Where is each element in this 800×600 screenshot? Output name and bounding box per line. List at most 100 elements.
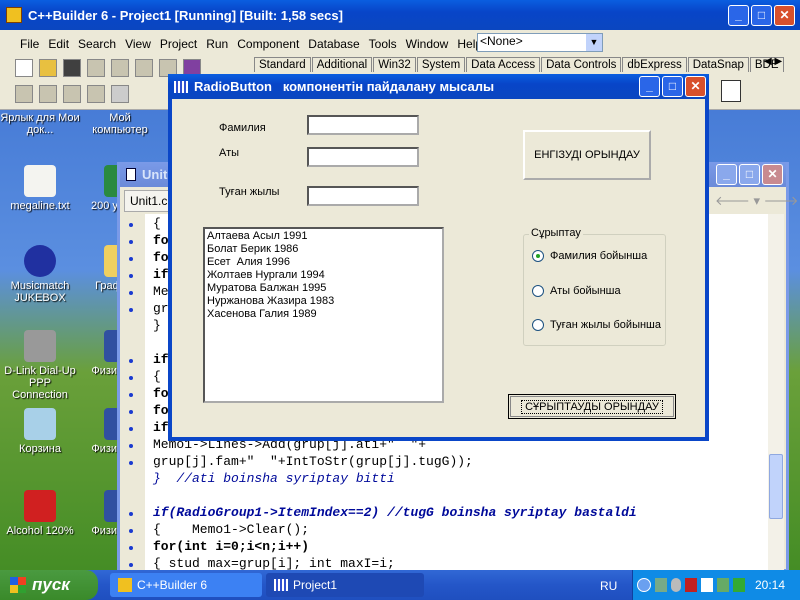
icon-label: Мой компьютер [92,112,148,136]
ide-title: C++Builder 6 - Project1 [Running] [Built… [28,7,343,23]
icon-label: Корзина [19,443,61,455]
dialog-maximize-button[interactable]: □ [662,76,683,97]
open-folder-icon[interactable] [39,59,57,77]
vertical-scrollbar[interactable] [768,214,784,570]
desktop-icon-my-documents[interactable]: Ярлык для Мои док... [0,112,80,136]
tray-expand-icon[interactable] [637,578,651,592]
breakpoint-dot-icon[interactable] [129,240,133,244]
menu-edit[interactable]: Edit [48,37,69,51]
breakpoint-dot-icon[interactable] [129,410,133,414]
editor-minimize-button[interactable]: _ [716,164,737,185]
tray-app-icon[interactable] [701,578,713,592]
menu-tools[interactable]: Tools [369,37,397,51]
dialog-close-button[interactable]: ✕ [685,76,706,97]
breakpoint-dot-icon[interactable] [129,529,133,533]
editor-close-button[interactable]: ✕ [762,164,783,185]
alcohol-icon [24,490,56,522]
editor-maximize-button[interactable]: □ [739,164,760,185]
start-label: пуск [32,575,70,594]
palette-scroll-arrows[interactable]: ◀ ▶ [764,56,782,67]
minimize-button[interactable]: _ [728,5,749,26]
updown-arrows-icon[interactable] [733,578,745,592]
breakpoint-dot-icon[interactable] [129,308,133,312]
bluetooth-icon[interactable] [671,578,681,592]
memo-line: Есет Алия 1996 [207,256,290,268]
breakpoint-dot-icon[interactable] [129,274,133,278]
desktop-icon-recycle-bin[interactable]: Корзина [0,408,80,455]
run-icon[interactable] [111,85,129,103]
breakpoint-dot-icon[interactable] [129,461,133,465]
name-input[interactable] [307,147,419,167]
desktop-icon-my-computer[interactable]: Мой компьютер [80,112,160,136]
close-button[interactable]: ✕ [774,5,795,26]
breakpoint-dot-icon[interactable] [129,393,133,397]
breakpoint-dot-icon[interactable] [129,512,133,516]
enter-button[interactable]: ЕНГІЗУДІ ОРЫНДАУ [523,130,651,180]
palette-tab-win32[interactable]: Win32 [373,57,416,72]
new-file-icon[interactable] [15,59,33,77]
open-project-icon[interactable] [111,59,129,77]
menu-view[interactable]: View [125,37,151,51]
breakpoint-dot-icon[interactable] [129,427,133,431]
dialog-minimize-button[interactable]: _ [639,76,660,97]
sort-button[interactable]: СҰРЫПТАУДЫ ОРЫНДАУ [508,394,676,419]
icon-label: Ярлык для Мои док... [0,112,80,136]
memo-line: Муратова Балжан 1995 [207,282,327,294]
radio-unchecked-icon [532,285,544,297]
surname-input[interactable] [307,115,419,135]
breakpoint-dot-icon[interactable] [129,223,133,227]
palette-tab-additional[interactable]: Additional [311,57,373,72]
breakpoint-dot-icon[interactable] [129,257,133,261]
view-form-icon[interactable] [39,85,57,103]
view-unit-icon[interactable] [15,85,33,103]
start-button[interactable]: пуск [0,570,98,600]
menu-project[interactable]: Project [160,37,197,51]
network-icon[interactable] [655,578,667,592]
antivirus-icon[interactable] [685,578,697,592]
menu-file[interactable]: File [20,37,39,51]
language-indicator[interactable]: RU [600,579,617,593]
add-to-project-icon[interactable] [135,59,153,77]
palette-tab-dbexpress[interactable]: dbExpress [622,57,687,72]
palette-tab-data-access[interactable]: Data Access [466,57,541,72]
toggle-form-unit-icon[interactable] [63,85,81,103]
menu-window[interactable]: Window [406,37,449,51]
taskbar-item-cbuilder[interactable]: C++Builder 6 [110,573,262,597]
desktop-icon-musicmatch[interactable]: Musicmatch JUKEBOX [0,245,80,304]
taskbar-item-project1[interactable]: Project1 [266,573,424,597]
code-line: if [153,420,169,435]
memo[interactable]: Алтаева Асыл 1991 Болат Берик 1986 Есет … [203,227,444,403]
new-form-icon[interactable] [87,85,105,103]
config-select[interactable]: <None> ▼ [477,33,603,52]
maximize-button[interactable]: □ [751,5,772,26]
desktop-icon-dlink[interactable]: D-Link Dial-Up PPP Connection [0,330,80,401]
menu-component[interactable]: Component [237,37,299,51]
palette-tab-standard[interactable]: Standard [254,57,311,72]
radio-sort-by-birth-year[interactable]: Туған жылы бойынша [532,319,661,331]
scrollbar-thumb[interactable] [769,454,783,519]
save-icon[interactable] [63,59,81,77]
menu-run[interactable]: Run [206,37,228,51]
palette-tab-system[interactable]: System [416,57,466,72]
breakpoint-dot-icon[interactable] [129,376,133,380]
code-line: if(RadioGroup1->ItemIndex==2) //tugG boi… [153,505,637,520]
recycle-bin-icon [24,408,56,440]
breakpoint-dot-icon[interactable] [129,546,133,550]
radio-sort-by-surname[interactable]: Фамилия бойынша [532,250,647,262]
breakpoint-dot-icon[interactable] [129,359,133,363]
menu-database[interactable]: Database [308,37,359,51]
radio-sort-by-name[interactable]: Аты бойынша [532,285,621,297]
usb-icon[interactable] [717,578,729,592]
breakpoint-dot-icon[interactable] [129,291,133,295]
palette-tab-data-controls[interactable]: Data Controls [541,57,622,72]
breakpoint-dot-icon[interactable] [129,563,133,567]
breakpoint-dot-icon[interactable] [129,444,133,448]
palette-tab-datasnap[interactable]: DataSnap [687,57,749,72]
radio-label: Туған жылы бойынша [550,319,661,331]
save-all-icon[interactable] [87,59,105,77]
menu-search[interactable]: Search [78,37,116,51]
desktop-icon-megaline[interactable]: megaline.txt [0,165,80,212]
desktop-icon-alcohol[interactable]: Alcohol 120% [0,490,80,537]
clock: 20:14 [755,578,786,592]
birth-year-input[interactable] [307,186,419,206]
